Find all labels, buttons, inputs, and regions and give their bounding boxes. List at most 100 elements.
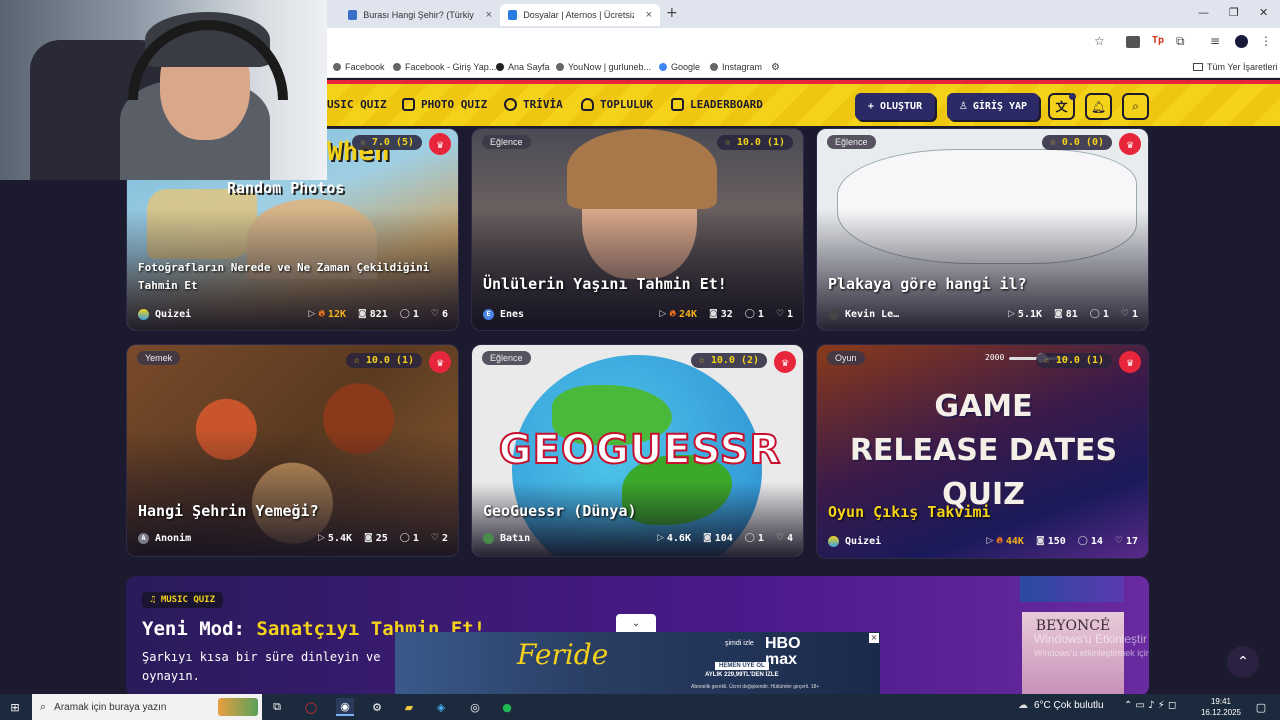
profile-avatar[interactable] bbox=[1235, 35, 1248, 48]
steam-icon[interactable]: ⚙ bbox=[368, 698, 386, 716]
stat-value: 81 bbox=[1065, 308, 1078, 320]
card-author[interactable]: E Enes bbox=[483, 308, 647, 320]
ad-close-icon[interactable]: × bbox=[869, 633, 879, 643]
plays-stat: ▷ 5.4K bbox=[318, 533, 352, 544]
bookmark-facebook[interactable]: Facebook bbox=[333, 60, 385, 74]
quiz-card[interactable]: Eğlence ☆ 0.0 (0) ♛ Plakaya göre hangi i… bbox=[816, 128, 1149, 331]
window-close-icon[interactable]: ✕ bbox=[1259, 6, 1268, 19]
close-icon[interactable]: × bbox=[646, 9, 652, 21]
nav-photo-quiz[interactable]: PHOTO QUIZ bbox=[402, 98, 487, 111]
all-bookmarks[interactable]: Tüm Yer İşaretleri bbox=[1193, 60, 1278, 74]
globe-icon bbox=[333, 63, 341, 71]
nav-topluluk[interactable]: TOPLULUK bbox=[581, 98, 653, 111]
folder-icon bbox=[1193, 63, 1203, 71]
thumb-text: GAME bbox=[934, 389, 1033, 424]
media-icon[interactable]: ≡ bbox=[1210, 34, 1220, 48]
globe-icon bbox=[496, 63, 504, 71]
windows-taskbar: ⊞ ⌕ Aramak için buraya yazın ⧉ ◯ ◉ ⚙ ▰ ◈… bbox=[0, 694, 1280, 720]
stat-value: 1 bbox=[757, 532, 764, 544]
bookmark-younow[interactable]: YouNow | gurluneb... bbox=[556, 60, 651, 74]
login-label: GİRİŞ YAP bbox=[972, 101, 1028, 112]
restore-icon[interactable]: ❐ bbox=[1229, 6, 1239, 19]
ad-banner[interactable]: Feride şimdi izle HBO max HEMEN ÜYE OL A… bbox=[395, 632, 880, 694]
likes-stat[interactable]: ♡ 2 bbox=[431, 533, 448, 544]
card-meta: Batın ▷ 4.6K ◙ 104 ◯ 1 ♡ 4 bbox=[483, 531, 793, 545]
crown-icon: ♛ bbox=[774, 351, 796, 373]
extension-tp-icon[interactable]: Tp bbox=[1152, 35, 1164, 46]
comments-stat: ◯ 1 bbox=[400, 309, 419, 320]
bookmark-ana-sayfa[interactable]: Ana Sayfa bbox=[496, 60, 550, 74]
bookmark-instagram[interactable]: Instagram bbox=[710, 60, 762, 74]
bookmark-facebook-login[interactable]: Facebook - Giriş Yap... bbox=[393, 60, 496, 74]
nav-leaderboard[interactable]: LEADERBOARD bbox=[671, 98, 763, 111]
ad-price: AYLIK 229,99TL'DEN İZLE bbox=[705, 672, 779, 678]
likes-stat[interactable]: ♡ 4 bbox=[776, 533, 793, 544]
rating-badge: ☆ 7.0 (5) bbox=[351, 135, 422, 150]
card-author[interactable]: Kevin Le… bbox=[828, 308, 996, 320]
bookmark-google[interactable]: Google bbox=[659, 60, 700, 74]
card-author[interactable]: Batın bbox=[483, 532, 645, 544]
settings-gear-icon[interactable]: ⚙ bbox=[771, 60, 780, 74]
search-button[interactable]: ⌕ bbox=[1122, 93, 1149, 120]
app-icon[interactable]: ◈ bbox=[432, 698, 450, 716]
likes-stat[interactable]: ♡ 1 bbox=[1121, 309, 1138, 320]
tab-burasi-hangi-sehir[interactable]: Burası Hangi Şehir? (Türkiye) - Q × bbox=[340, 4, 500, 26]
heart-icon: ♡ bbox=[775, 309, 784, 319]
likes-stat[interactable]: ♡ 6 bbox=[431, 309, 448, 320]
fire-icon: 🔥︎ bbox=[996, 536, 1003, 546]
card-author[interactable]: A Anonim bbox=[138, 532, 306, 544]
photos-stat: ◙ 821 bbox=[358, 309, 388, 320]
windows-start-icon[interactable]: ⊞ bbox=[6, 698, 24, 716]
notification-button[interactable]: 🔔︎ bbox=[1085, 93, 1112, 120]
ad-cta[interactable]: HEMEN ÜYE OL bbox=[715, 662, 769, 670]
clock[interactable]: 19:41 16.12.2025 bbox=[1196, 696, 1246, 718]
chrome-icon[interactable]: ◉ bbox=[336, 698, 354, 716]
quiz-card[interactable]: Eğlence ☆ 10.0 (1) Ünlülerin Yaşını Tahm… bbox=[471, 128, 804, 331]
extension-icon[interactable] bbox=[1126, 36, 1140, 48]
minimize-icon[interactable]: — bbox=[1198, 6, 1209, 19]
nav-trivia[interactable]: TRİVİA bbox=[504, 98, 563, 111]
globe-icon bbox=[710, 63, 718, 71]
stat-value: 5.1K bbox=[1017, 308, 1042, 320]
spotify-icon[interactable]: ● bbox=[498, 698, 516, 716]
users-icon bbox=[581, 98, 594, 111]
bookmark-star-icon[interactable]: ☆ bbox=[1094, 34, 1105, 48]
new-tab-button[interactable]: + bbox=[666, 5, 678, 21]
card-author[interactable]: Quizei bbox=[138, 308, 296, 320]
card-author[interactable]: Quizei bbox=[828, 535, 974, 547]
search-icon: ⌕ bbox=[40, 700, 47, 713]
login-button[interactable]: ♙ GİRİŞ YAP bbox=[947, 93, 1039, 120]
camera-icon: ◙ bbox=[364, 533, 373, 543]
file-explorer-icon[interactable]: ▰ bbox=[400, 698, 418, 716]
opera-icon[interactable]: ◯ bbox=[302, 698, 320, 716]
notification-dot bbox=[1069, 93, 1076, 100]
nav-music-quiz[interactable]: USIC QUIZ bbox=[327, 98, 387, 111]
create-button[interactable]: + OLUŞTUR bbox=[855, 93, 935, 120]
quiz-card[interactable]: Yemek ☆ 10.0 (1) ♛ Hangi Şehrin Yemeği? … bbox=[126, 344, 459, 557]
globe-icon bbox=[556, 63, 564, 71]
quiz-card[interactable]: 2000 GAME RELEASE DATES QUIZ Oyun ☆ 10.0… bbox=[816, 344, 1149, 559]
bookmark-label: Ana Sayfa bbox=[508, 62, 550, 72]
taskbar-search[interactable]: ⌕ Aramak için buraya yazın bbox=[32, 694, 262, 720]
bookmark-label: Tüm Yer İşaretleri bbox=[1207, 62, 1278, 72]
task-view-icon[interactable]: ⧉ bbox=[268, 698, 286, 716]
tab-aternos[interactable]: Dosyalar | Aternos | Ücretsiz Mi × bbox=[500, 4, 660, 26]
weather-widget[interactable]: ☁ 6°C Çok bulutlu bbox=[1018, 700, 1104, 711]
scroll-top-button[interactable]: ⌃ bbox=[1227, 646, 1259, 678]
quiz-card[interactable]: GEOGUESSR Eğlence ☆ 10.0 (2) ♛ GeoGuessr… bbox=[471, 344, 804, 557]
ad-collapse-button[interactable]: ⌄ bbox=[616, 614, 656, 632]
notifications-icon[interactable]: ▢ bbox=[1252, 698, 1270, 716]
author-name: Quizei bbox=[845, 535, 882, 547]
likes-stat[interactable]: ♡ 1 bbox=[776, 309, 793, 320]
likes-stat[interactable]: ♡ 17 bbox=[1115, 536, 1138, 547]
app-icon[interactable]: ◎ bbox=[466, 698, 484, 716]
tray-icons[interactable]: ⌃ ▭ ♪ ⚡ ◻ bbox=[1124, 700, 1176, 711]
close-icon[interactable]: × bbox=[486, 9, 492, 21]
ad-watch-now: şimdi izle bbox=[725, 640, 754, 647]
menu-kebab-icon[interactable]: ⋮ bbox=[1260, 34, 1272, 48]
rating-badge: ☆ 10.0 (2) bbox=[690, 353, 767, 368]
comments-stat: ◯ 1 bbox=[745, 309, 764, 320]
category-tag: Oyun bbox=[827, 351, 865, 365]
comment-icon: ◯ bbox=[744, 533, 755, 543]
puzzle-icon[interactable]: ⧉ bbox=[1176, 34, 1185, 49]
